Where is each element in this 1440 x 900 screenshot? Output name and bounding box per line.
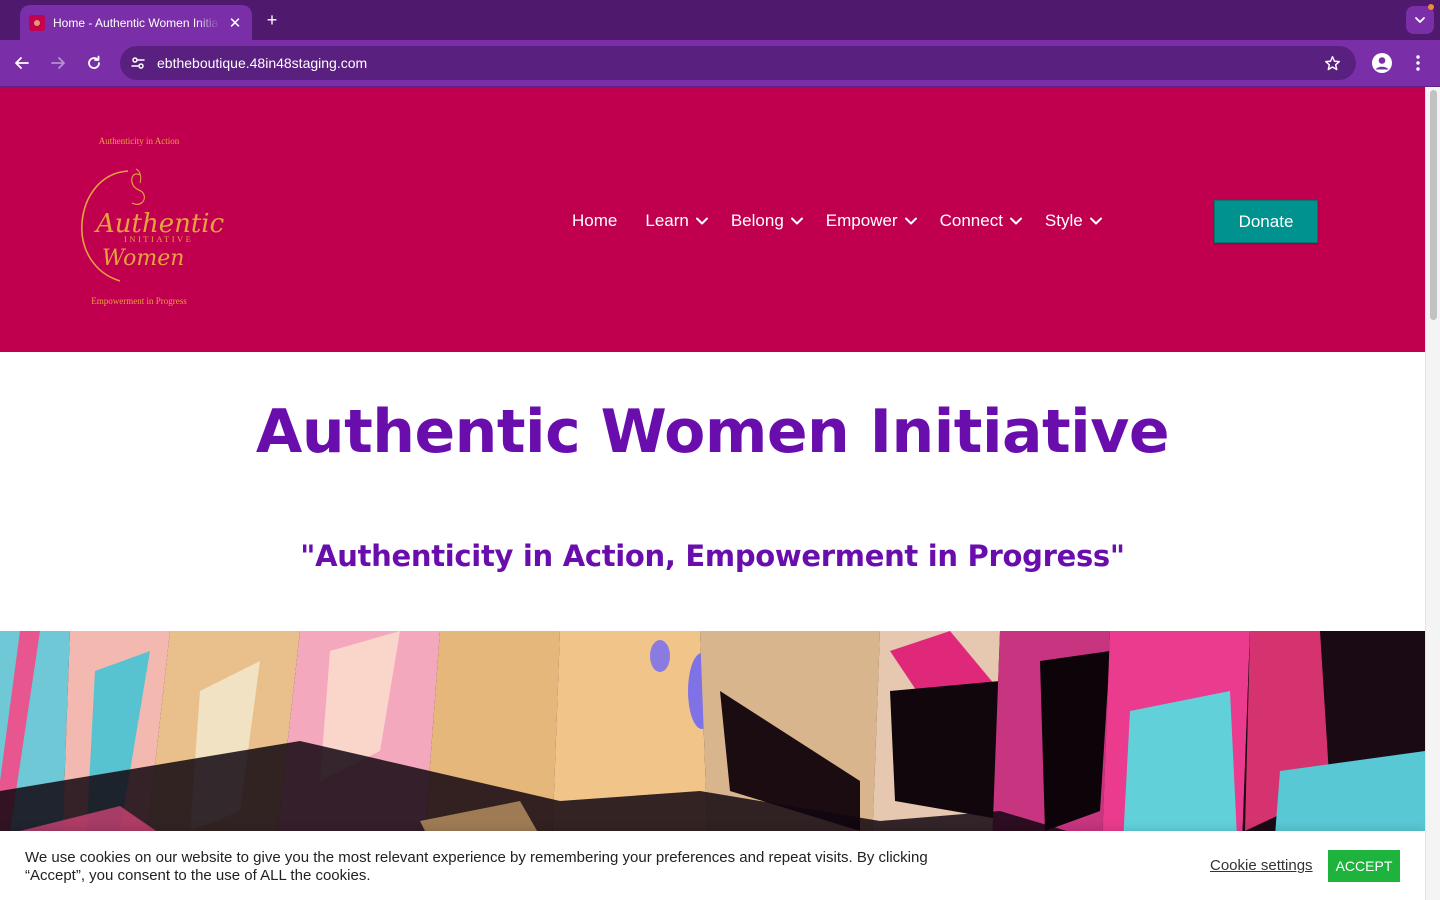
chevron-down-icon[interactable] bbox=[1009, 216, 1023, 226]
nav-item-empower[interactable]: Empower bbox=[826, 211, 918, 231]
site-settings-icon[interactable] bbox=[126, 51, 150, 75]
reload-icon bbox=[88, 55, 100, 69]
chevron-down-icon[interactable] bbox=[904, 216, 918, 226]
nav-item-style[interactable]: Style bbox=[1045, 211, 1103, 231]
site-logo[interactable]: Authenticity in Action Authentic INITIAT… bbox=[70, 127, 230, 317]
back-button[interactable] bbox=[10, 51, 34, 75]
logo-script-women: Women bbox=[102, 246, 184, 271]
nav-label-style[interactable]: Style bbox=[1045, 211, 1083, 231]
tab-title: Home - Authentic Women Initiative bbox=[53, 15, 220, 30]
update-indicator-dot bbox=[1428, 4, 1434, 10]
chevron-down-icon[interactable] bbox=[1089, 216, 1103, 226]
browser-tab-active[interactable]: Home - Authentic Women Initiative ✕ bbox=[20, 5, 252, 40]
chevron-down-icon[interactable] bbox=[695, 216, 709, 226]
nav-item-belong[interactable]: Belong bbox=[731, 211, 804, 231]
arrow-left-icon bbox=[15, 57, 29, 69]
tab-close-icon[interactable]: ✕ bbox=[226, 14, 244, 32]
url-text[interactable]: ebtheboutique.48in48staging.com bbox=[157, 55, 367, 71]
site-favicon-icon bbox=[29, 14, 45, 31]
cookie-settings-link[interactable]: Cookie settings bbox=[1210, 857, 1313, 874]
nav-item-connect[interactable]: Connect bbox=[940, 211, 1023, 231]
nav-item-home[interactable]: Home bbox=[572, 211, 617, 231]
browser-menu-icon[interactable] bbox=[1408, 50, 1428, 76]
arrow-right-icon bbox=[51, 57, 65, 69]
logo-top-text: Authenticity in Action bbox=[99, 136, 180, 146]
nav-label-belong[interactable]: Belong bbox=[731, 211, 784, 231]
forward-button[interactable] bbox=[46, 51, 70, 75]
page-viewport: Authenticity in Action Authentic INITIAT… bbox=[0, 87, 1425, 900]
donate-button[interactable]: Donate bbox=[1214, 200, 1318, 243]
browser-toolbar: ebtheboutique.48in48staging.com bbox=[0, 40, 1440, 87]
page-title: Authentic Women Initiative bbox=[255, 397, 1170, 467]
cookie-accept-button[interactable]: ACCEPT bbox=[1328, 850, 1400, 882]
reload-button[interactable] bbox=[82, 51, 106, 75]
nav-item-learn[interactable]: Learn bbox=[645, 211, 708, 231]
bookmark-star-icon[interactable] bbox=[1320, 51, 1344, 75]
chevron-down-icon bbox=[1415, 17, 1425, 23]
address-bar[interactable]: ebtheboutique.48in48staging.com bbox=[120, 46, 1356, 80]
profile-avatar-icon[interactable] bbox=[1369, 50, 1395, 76]
new-tab-button[interactable]: + bbox=[262, 10, 282, 30]
browser-tab-strip: Home - Authentic Women Initiative ✕ + bbox=[0, 0, 1440, 40]
tab-search-button[interactable] bbox=[1406, 6, 1434, 34]
main-nav: Home Learn Belong Empower Connect Style bbox=[560, 205, 1125, 237]
page-tagline: "Authenticity in Action, Empowerment in … bbox=[300, 539, 1125, 573]
cookie-message: We use cookies on our website to give yo… bbox=[25, 849, 928, 884]
cookie-consent-bar: We use cookies on our website to give yo… bbox=[0, 831, 1425, 900]
nav-label-home[interactable]: Home bbox=[572, 211, 617, 231]
chevron-down-icon[interactable] bbox=[790, 216, 804, 226]
scrollbar-thumb[interactable] bbox=[1430, 90, 1437, 320]
logo-bottom-text: Empowerment in Progress bbox=[91, 296, 187, 306]
site-header: Authenticity in Action Authentic INITIAT… bbox=[0, 87, 1425, 352]
nav-label-connect[interactable]: Connect bbox=[940, 211, 1003, 231]
nav-label-empower[interactable]: Empower bbox=[826, 211, 898, 231]
page-scrollbar[interactable] bbox=[1425, 87, 1440, 900]
logo-caps-initiative: INITIATIVE bbox=[124, 234, 193, 244]
nav-label-learn[interactable]: Learn bbox=[645, 211, 688, 231]
